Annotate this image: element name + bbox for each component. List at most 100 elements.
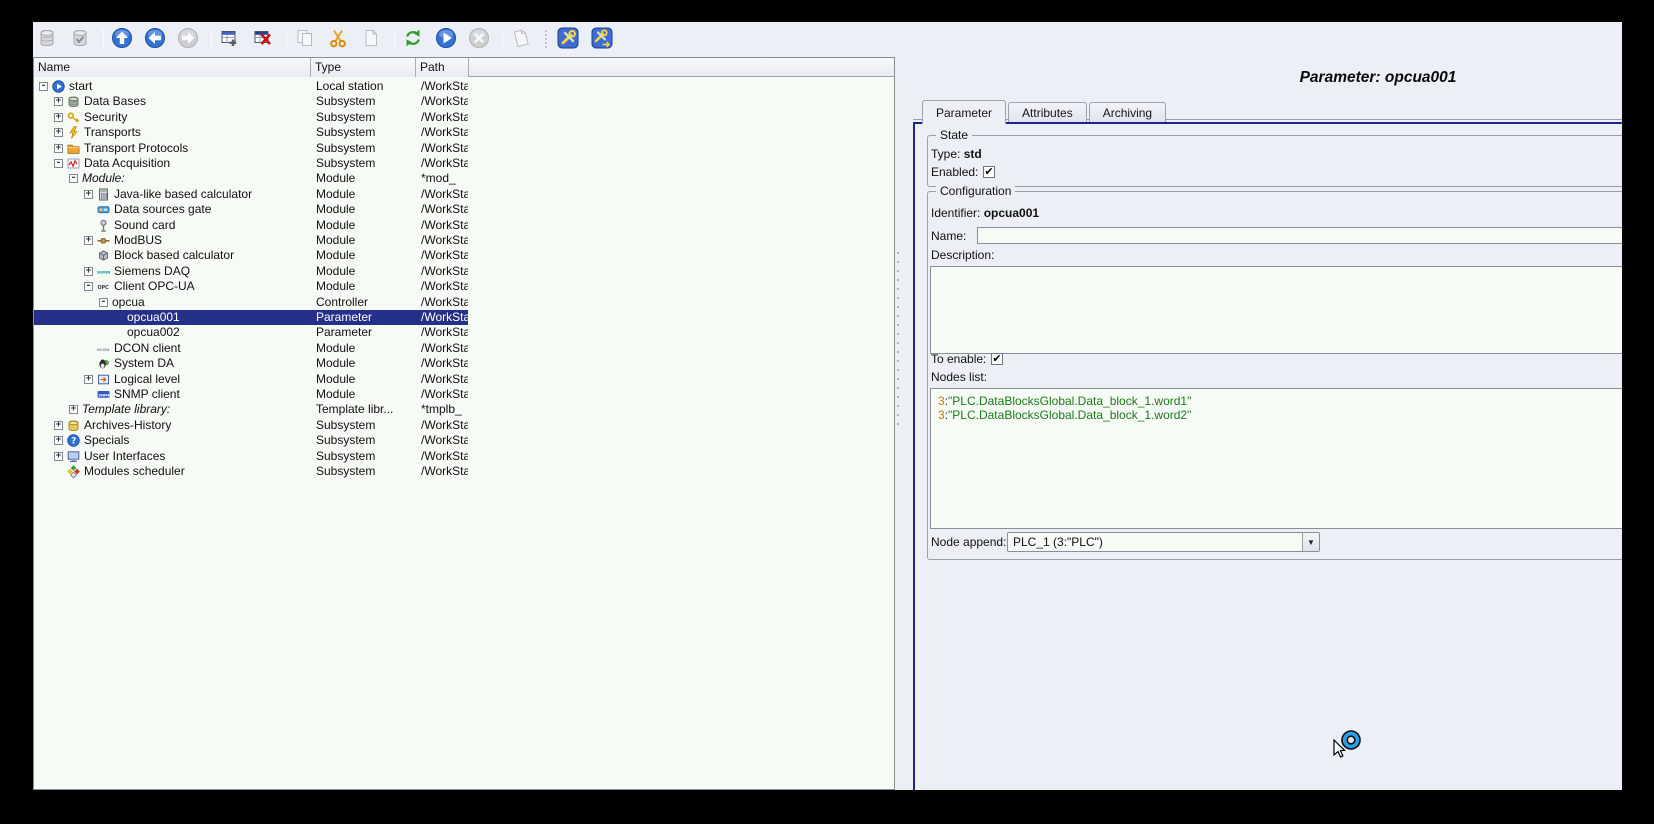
add-item-button[interactable] [219, 28, 241, 50]
toolbar-separator [286, 29, 287, 49]
to-enable-row: To enable: [931, 352, 1003, 366]
tree-header: Name Type Path [34, 58, 894, 77]
tab-parameter[interactable]: Parameter [922, 100, 1006, 124]
expand-expander[interactable]: + [69, 405, 78, 414]
column-header-name[interactable]: Name [34, 58, 311, 77]
tree-row-data-acquisition[interactable]: -Data AcquisitionSubsystem/WorkStation..… [34, 156, 468, 171]
circle-play-icon [435, 27, 457, 52]
tab-archiving[interactable]: Archiving [1089, 102, 1166, 122]
tree-row-opcua002[interactable]: opcua002Parameter/WorkStation... [34, 325, 468, 340]
tree-item-label: Data sources gate [114, 202, 211, 217]
refresh-button[interactable] [402, 28, 424, 50]
dcon-icon: DCON [97, 342, 110, 355]
stop-update-button [468, 28, 490, 50]
enabled-checkbox[interactable] [983, 166, 995, 178]
tree-row-template-library[interactable]: +Template library:Template libr...*tmplb… [34, 402, 468, 417]
tree-row-specials[interactable]: +?SpecialsSubsystem/WorkStation... [34, 433, 468, 448]
tree-row-start[interactable]: -startLocal station/WorkStation... [34, 79, 468, 94]
config-tree: Name Type Path -startLocal station/WorkS… [33, 57, 895, 790]
tree-row-security[interactable]: +SecuritySubsystem/WorkStation... [34, 110, 468, 125]
tree-row-modbus[interactable]: +ModBUSModule/WorkStation... [34, 233, 468, 248]
collapse-expander[interactable]: - [99, 298, 108, 307]
expand-expander[interactable]: + [54, 421, 63, 430]
tree-row-module[interactable]: -Module:Module*mod_ [34, 171, 468, 186]
column-header-path[interactable]: Path [416, 58, 469, 77]
tree-row-system-da[interactable]: System DAModule/WorkStation... [34, 356, 468, 371]
tree-row-logical-level[interactable]: +Logical levelModule/WorkStation... [34, 372, 468, 387]
tree-row-modules-scheduler[interactable]: Modules schedulerSubsystem/WorkStation..… [34, 464, 468, 479]
blockcalc-icon [97, 249, 110, 262]
delete-item-button[interactable] [252, 28, 274, 50]
tree-cell-type: Subsystem [311, 156, 415, 171]
tree-item-label: DCON client [114, 341, 181, 356]
collapse-expander[interactable]: - [54, 159, 63, 168]
description-textarea[interactable] [930, 266, 1622, 354]
tree-row-transport-protocols[interactable]: +Transport ProtocolsSubsystem/WorkStatio… [34, 141, 468, 156]
node-append-combobox[interactable]: PLC_1 (3:"PLC") ▼ [1007, 532, 1320, 552]
tree-row-user-interfaces[interactable]: +User InterfacesSubsystem/WorkStation... [34, 449, 468, 464]
expand-expander[interactable]: + [54, 144, 63, 153]
tree-item-label: Data Bases [84, 94, 146, 109]
tree-row-block-based-calculator[interactable]: Block based calculatorModule/WorkStation… [34, 248, 468, 263]
tree-row-java-like-based-calculator[interactable]: +Java-like based calculatorModule/WorkSt… [34, 187, 468, 202]
tree-row-data-sources-gate[interactable]: Data sources gateModule/WorkStation... [34, 202, 468, 217]
tree-row-opcua[interactable]: -opcuaController/WorkStation... [34, 295, 468, 310]
toolbar-separator [502, 29, 503, 49]
tree-row-snmp-client[interactable]: SNMPSNMP clientModule/WorkStation... [34, 387, 468, 402]
tree-row-client-opc-ua[interactable]: -OPCClient OPC-UAModule/WorkStation... [34, 279, 468, 294]
tree-row-siemens-daq[interactable]: +SIEMENSSiemens DAQModule/WorkStation... [34, 264, 468, 279]
tree-cell-name: +?Specials [34, 433, 310, 448]
to-enable-checkbox[interactable] [991, 353, 1003, 365]
tree-cell-name: Block based calculator [34, 248, 310, 263]
tree-cell-type: Parameter [311, 325, 415, 340]
tree-row-sound-card[interactable]: Sound cardModule/WorkStation... [34, 218, 468, 233]
tools-arrow-icon [590, 26, 614, 53]
nodes-list-label: Nodes list: [931, 370, 987, 384]
node-append-value: PLC_1 (3:"PLC") [1008, 535, 1302, 549]
tree-cell-path: *mod_ [416, 171, 468, 186]
panel-splitter[interactable] [896, 252, 900, 428]
collapse-expander[interactable]: - [84, 282, 93, 291]
nodes-list-box[interactable]: 3:"PLC.DataBlocksGlobal.Data_block_1.wor… [930, 388, 1622, 529]
tree-row-data-bases[interactable]: +Data BasesSubsystem/WorkStation... [34, 94, 468, 109]
expand-expander[interactable]: + [84, 190, 93, 199]
expand-expander[interactable]: + [54, 97, 63, 106]
expand-expander[interactable]: + [84, 375, 93, 384]
cut-item-button[interactable] [327, 28, 349, 50]
expand-expander[interactable]: + [54, 113, 63, 122]
previous-button[interactable] [144, 28, 166, 50]
tree-item-label: Sound card [114, 218, 175, 233]
tree-row-opcua001[interactable]: opcua001Parameter/WorkStation... [34, 310, 468, 325]
column-header-type[interactable]: Type [311, 58, 416, 77]
configuration-legend: Configuration [936, 184, 1015, 198]
tree-cell-name: SNMPSNMP client [34, 387, 310, 402]
tree-row-archives-history[interactable]: +Archives-HistorySubsystem/WorkStation..… [34, 418, 468, 433]
qtcfg-launcher-button[interactable] [556, 27, 580, 51]
expand-expander[interactable]: + [54, 128, 63, 137]
expand-expander[interactable]: + [84, 236, 93, 245]
chevron-down-icon[interactable]: ▼ [1302, 533, 1319, 551]
tree-cell-path: /WorkStation... [416, 387, 468, 402]
start-update-button[interactable] [435, 28, 457, 50]
expand-expander[interactable]: + [84, 267, 93, 276]
circle-left-icon [144, 27, 166, 52]
tree-cell-type: Module [311, 171, 415, 186]
tree-cell-type: Module [311, 264, 415, 279]
tree-item-label: Archives-History [84, 418, 171, 433]
tree-cell-path: /WorkStation... [416, 248, 468, 263]
tree-cell-type: Module [311, 387, 415, 402]
collapse-expander[interactable]: - [39, 82, 48, 91]
name-input[interactable] [977, 227, 1622, 244]
expand-expander[interactable]: + [54, 436, 63, 445]
vision-launcher-button[interactable] [590, 27, 614, 51]
enabled-row: Enabled: [931, 165, 995, 179]
tab-attributes[interactable]: Attributes [1008, 102, 1087, 122]
up-button[interactable] [111, 28, 133, 50]
load-from-db-button [36, 28, 58, 50]
databases-icon [67, 95, 80, 108]
expand-expander[interactable]: + [54, 452, 63, 461]
tree-row-transports[interactable]: +TransportsSubsystem/WorkStation... [34, 125, 468, 140]
tree-row-dcon-client[interactable]: DCONDCON clientModule/WorkStation... [34, 341, 468, 356]
paste-icon [360, 27, 382, 52]
collapse-expander[interactable]: - [69, 174, 78, 183]
